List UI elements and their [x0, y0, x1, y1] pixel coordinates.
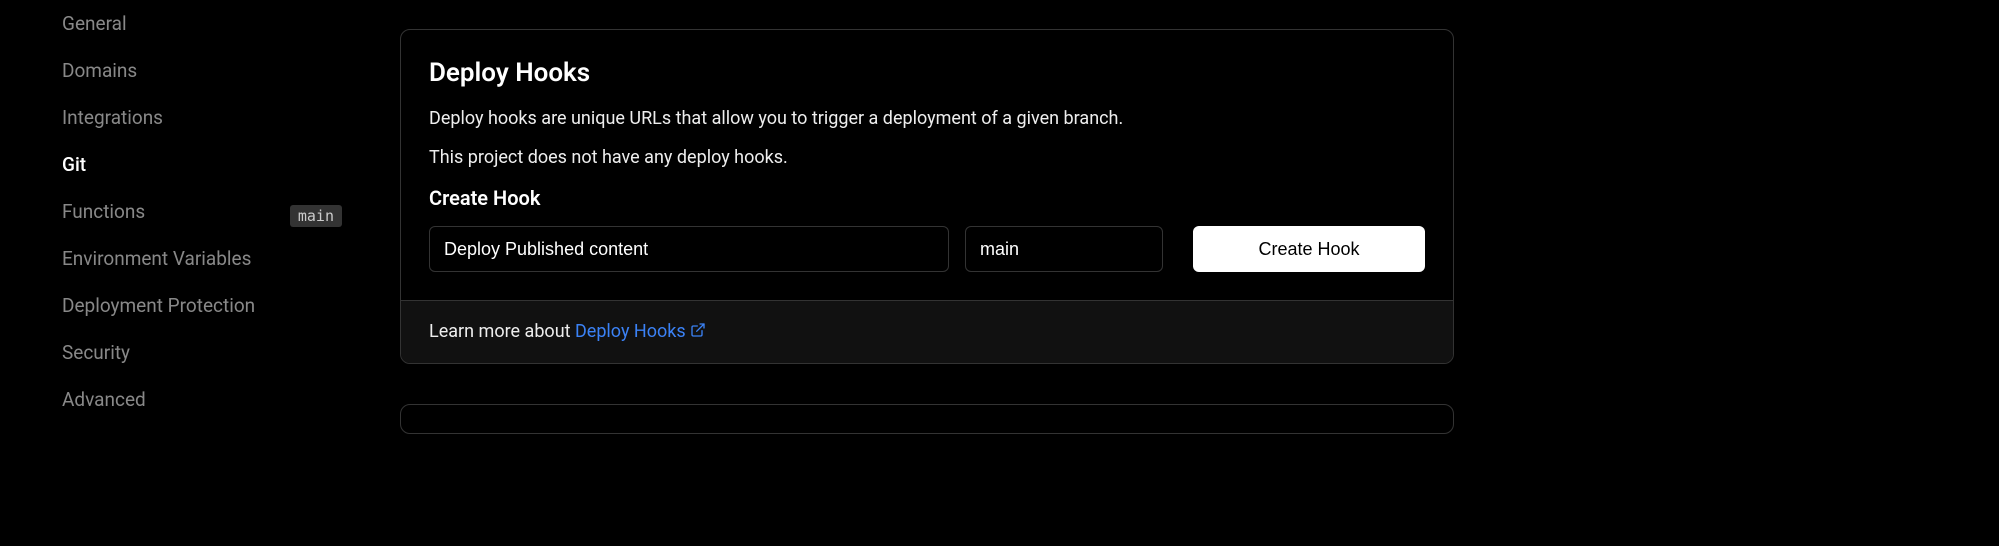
- sidebar-item-integrations[interactable]: Integrations: [62, 94, 362, 141]
- hook-branch-input[interactable]: [965, 226, 1163, 272]
- sidebar-item-general[interactable]: General: [62, 0, 362, 47]
- sidebar-item-domains[interactable]: Domains: [62, 47, 362, 94]
- external-link-icon: [690, 322, 706, 343]
- settings-sidebar: General Domains Integrations Git Functio…: [62, 0, 362, 423]
- deploy-hooks-card: Deploy Hooks Deploy hooks are unique URL…: [400, 29, 1454, 364]
- sidebar-item-security[interactable]: Security: [62, 329, 362, 376]
- link-text: Deploy Hooks: [575, 321, 686, 342]
- card-footer: Learn more about Deploy Hooks: [401, 300, 1453, 363]
- sidebar-item-environment-variables[interactable]: Environment Variables main: [62, 235, 362, 282]
- main-content: Deploy Hooks Deploy hooks are unique URL…: [400, 29, 1454, 434]
- sidebar-item-deployment-protection[interactable]: Deployment Protection: [62, 282, 362, 329]
- sidebar-item-git[interactable]: Git: [62, 141, 362, 188]
- next-card-partial: [400, 404, 1454, 434]
- sidebar-item-label: Environment Variables: [62, 247, 251, 270]
- card-description: Deploy hooks are unique URLs that allow …: [429, 108, 1425, 129]
- env-badge: main: [290, 205, 342, 227]
- create-hook-form: Create Hook: [429, 226, 1425, 272]
- create-hook-label: Create Hook: [429, 186, 1425, 210]
- card-title: Deploy Hooks: [429, 58, 1425, 88]
- hook-name-input[interactable]: [429, 226, 949, 272]
- footer-text: Learn more about: [429, 321, 575, 342]
- deploy-hooks-docs-link[interactable]: Deploy Hooks: [575, 321, 706, 342]
- sidebar-item-advanced[interactable]: Advanced: [62, 376, 362, 423]
- create-hook-button[interactable]: Create Hook: [1193, 226, 1425, 272]
- card-empty-state: This project does not have any deploy ho…: [429, 147, 1425, 168]
- card-body: Deploy Hooks Deploy hooks are unique URL…: [401, 30, 1453, 300]
